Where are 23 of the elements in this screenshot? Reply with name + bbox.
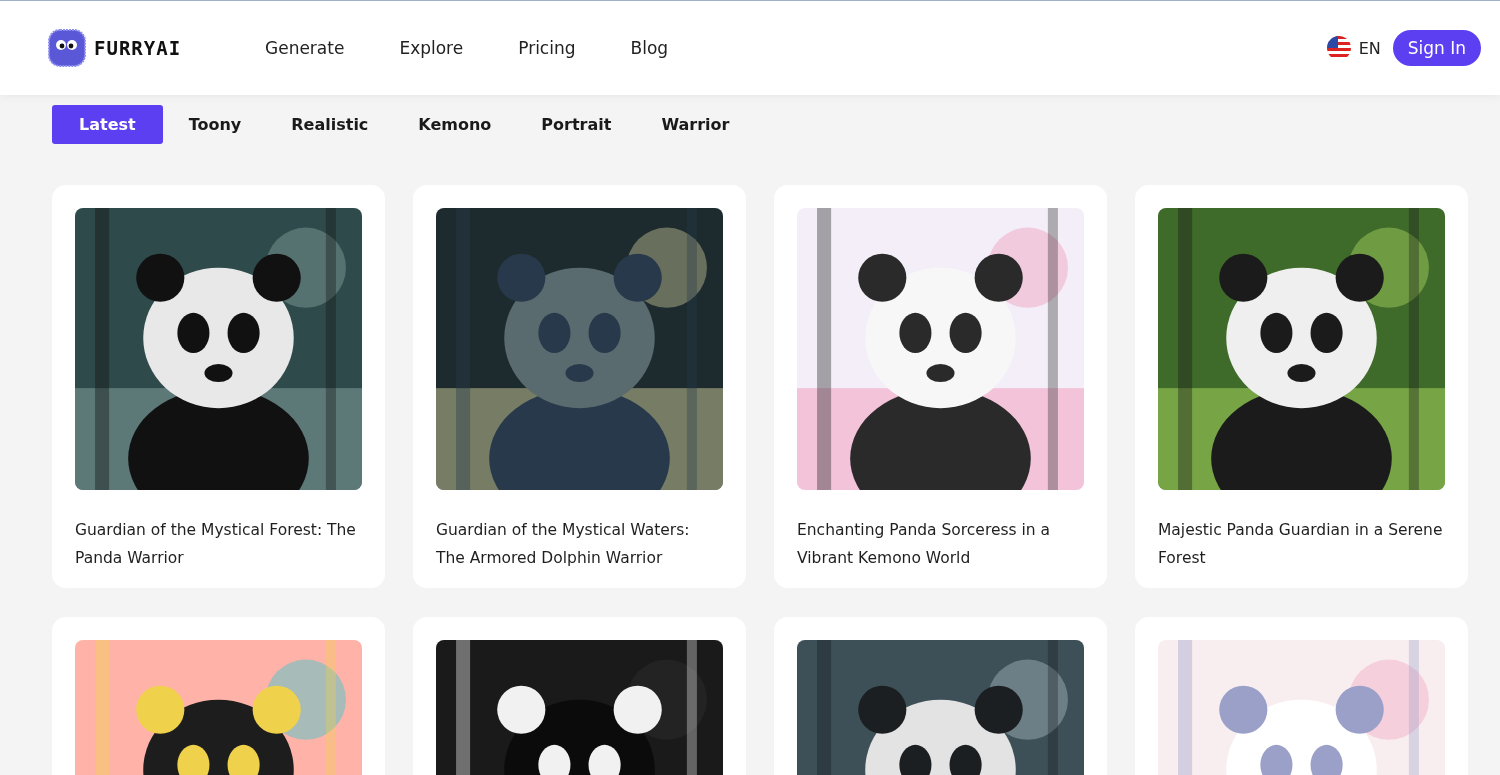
nav-link[interactable]: Pricing: [518, 38, 576, 58]
us-flag-icon: [1326, 36, 1351, 60]
gallery-card[interactable]: Enchanting Panda Sorceress in a Vibrant Kemono World: [774, 185, 1107, 588]
card-title: Guardian of the Mystical Waters: The Armored Dolphin Warrior: [436, 520, 691, 569]
nav-link[interactable]: Blog: [630, 38, 669, 58]
filter-tab[interactable]: Realistic: [267, 105, 393, 144]
gallery-card[interactable]: Guardian of the Mystical Waters: The Armored Dolphin Warrior: [413, 185, 746, 588]
filter-tab[interactable]: Portrait: [517, 105, 636, 144]
filter-tab[interactable]: Toony: [164, 105, 266, 144]
card-title: Enchanting Panda Sorceress in a Vibrant Kemono World: [797, 520, 1052, 569]
card-title: Majestic Panda Guardian in a Serene Forest: [1158, 520, 1444, 569]
filter-tab[interactable]: Warrior: [637, 105, 754, 144]
filter-tab[interactable]: Latest: [52, 105, 163, 144]
gallery-card[interactable]: Majestic Panda Guardian in a Serene Forest: [1135, 185, 1468, 588]
gallery-card[interactable]: Guardian of the Mystical Forest: The Panda Warrior: [52, 185, 385, 588]
nav-link[interactable]: Explore: [399, 38, 464, 58]
logo-text: FURRYAI: [94, 37, 182, 59]
nav-link[interactable]: Generate: [265, 38, 345, 58]
filter-tab[interactable]: Kemono: [394, 105, 516, 144]
logo-icon: [46, 27, 88, 69]
sign-in-button[interactable]: Sign In: [1392, 30, 1481, 66]
card-title: Guardian of the Mystical Forest: The Panda Warrior: [75, 520, 357, 569]
language-selector[interactable]: EN: [1358, 38, 1381, 58]
